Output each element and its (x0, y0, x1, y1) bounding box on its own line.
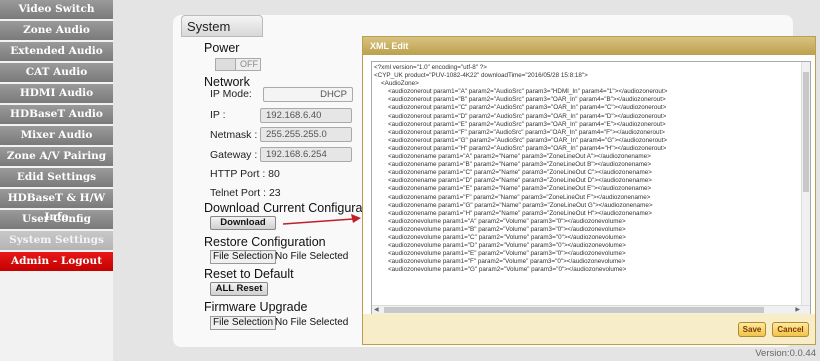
scroll-right-icon[interactable]: ▶ (795, 306, 800, 313)
xml-line: <audiozonevolume param1="B" param2="Volu… (374, 225, 626, 233)
save-button[interactable]: Save (738, 322, 766, 337)
cancel-button[interactable]: Cancel (772, 322, 809, 337)
sidebar-item-mixer-audio[interactable]: Mixer Audio (0, 126, 113, 145)
restore-file-selection-button[interactable]: File Selection (210, 250, 277, 264)
xml-line: <audiozonevolume param1="A" param2="Volu… (374, 217, 626, 225)
xml-line: <?xml version="1.0" encoding="utf-8" ?> (374, 64, 487, 71)
xml-line: <audiozonevolume param1="G" param2="Volu… (374, 266, 627, 274)
horizontal-scrollbar[interactable]: ◀ ▶ (372, 305, 810, 314)
sidebar-item-edid-settings[interactable]: Edid Settings (0, 168, 113, 187)
firmware-file-selection-button[interactable]: File Selection (210, 316, 277, 330)
sidebar-nav: Video Switch Zone Audio Extended Audio C… (0, 0, 113, 361)
dialog-title: XML Edit (363, 37, 815, 55)
xml-line: <audiozonerout param1="F" param2="AudioS… (374, 128, 665, 136)
http-port-label: HTTP Port : 80 (210, 168, 280, 180)
xml-line: <audiozonevolume param1="F" param2="Volu… (374, 258, 626, 266)
xml-line: <audiozonevolume param1="E" param2="Volu… (374, 250, 626, 258)
version-label: Version:0.0.44 (755, 348, 816, 359)
sidebar-item-zone-av-pairing[interactable]: Zone A/V Pairing (0, 147, 113, 166)
arrow-line (283, 218, 354, 225)
xml-line: <audiozonerout param1="D" param2="AudioS… (374, 112, 667, 120)
ip-field[interactable]: 192.168.6.40 (260, 108, 352, 123)
xml-line: <audiozonerout param1="B" param2="AudioS… (374, 96, 666, 104)
sidebar-item-hdbaset-hw-info[interactable]: HDBaseT & H/W Info (0, 189, 113, 223)
callout-arrow (283, 214, 361, 225)
xml-line: <audiozonevolume param1="D" param2="Volu… (374, 242, 626, 250)
xml-line: <audiozonerout param1="E" param2="AudioS… (374, 120, 666, 128)
xml-line: <audiozonename param1="B" param2="Name" … (374, 161, 652, 169)
arrow-head (351, 214, 361, 223)
xml-line: <audiozonerout param1="H" param2="AudioS… (374, 144, 667, 152)
vertical-scroll-thumb[interactable] (803, 72, 809, 192)
sidebar-item-system-settings[interactable]: System Settings (0, 231, 113, 250)
all-reset-button[interactable]: ALL Reset (210, 282, 268, 296)
firmware-upgrade-label: Firmware Upgrade (204, 300, 308, 314)
xml-line: <audiozonerout param1="C" param2="AudioS… (374, 104, 667, 112)
power-state-label: OFF (240, 59, 258, 69)
xml-line: <audiozonerout param1="G" param2="AudioS… (374, 136, 668, 144)
sidebar-item-video-switch[interactable]: Video Switch (0, 0, 113, 19)
dialog-footer: Save Cancel (363, 314, 815, 344)
xml-line: <audiozonename param1="F" param2="Name" … (374, 193, 651, 201)
vertical-scrollbar[interactable] (801, 62, 810, 305)
xml-line: <audiozonevolume param1="C" param2="Volu… (374, 233, 626, 241)
xml-line: <audiozonename param1="H" param2="Name" … (374, 209, 652, 217)
gateway-field[interactable]: 192.168.6.254 (260, 147, 352, 162)
horizontal-scroll-thumb[interactable] (384, 307, 764, 313)
xml-line: <audiozonename param1="C" param2="Name" … (374, 169, 652, 177)
xml-edit-dialog: XML Edit <?xml version="1.0" encoding="u… (362, 36, 816, 345)
xml-line: <CYP_UK product="PUV-1082-4K22" download… (374, 72, 588, 80)
sidebar-item-cat-audio[interactable]: CAT Audio (0, 63, 113, 82)
power-toggle[interactable]: OFF (215, 58, 261, 71)
page-title: System (181, 15, 263, 37)
gateway-label: Gateway : (210, 149, 258, 161)
xml-line: <AudioZone> (374, 80, 419, 88)
xml-content: <?xml version="1.0" encoding="utf-8" ?> <… (374, 64, 800, 274)
sidebar-item-hdmi-audio[interactable]: HDMI Audio (0, 84, 113, 103)
ip-mode-label: IP Mode: (210, 88, 252, 100)
reset-default-label: Reset to Default (204, 267, 294, 281)
telnet-port-label: Telnet Port : 23 (210, 187, 281, 199)
xml-line: <audiozonename param1="D" param2="Name" … (374, 177, 652, 185)
ip-label: IP : (210, 109, 226, 121)
download-config-label: Download Current Configurati (204, 201, 369, 215)
xml-line: <audiozonerout param1="A" param2="AudioS… (374, 88, 668, 96)
firmware-file-status: No File Selected (275, 317, 349, 328)
sidebar-item-extended-audio[interactable]: Extended Audio (0, 42, 113, 61)
scroll-left-icon[interactable]: ◀ (374, 306, 379, 313)
restore-config-label: Restore Configuration (204, 235, 326, 249)
sidebar-item-user-config[interactable]: User Config (0, 210, 113, 229)
xml-textarea[interactable]: <?xml version="1.0" encoding="utf-8" ?> <… (371, 61, 811, 315)
download-button[interactable]: Download (210, 216, 276, 230)
power-section-label: Power (204, 41, 240, 55)
netmask-label: Netmask : (210, 129, 258, 141)
toggle-knob (216, 59, 236, 70)
xml-line: <audiozonename param1="E" param2="Name" … (374, 185, 652, 193)
restore-file-status: No File Selected (275, 251, 349, 262)
sidebar-item-admin-logout[interactable]: Admin - Logout (0, 252, 113, 271)
xml-line: <audiozonename param1="G" param2="Name" … (374, 201, 653, 209)
network-section-label: Network (204, 75, 250, 89)
netmask-field[interactable]: 255.255.255.0 (260, 127, 352, 142)
sidebar-item-hdbaset-audio[interactable]: HDBaseT Audio (0, 105, 113, 124)
ip-mode-select[interactable]: DHCP (263, 87, 353, 102)
xml-line: <audiozonename param1="A" param2="Name" … (374, 153, 651, 161)
sidebar-item-zone-audio[interactable]: Zone Audio (0, 21, 113, 40)
